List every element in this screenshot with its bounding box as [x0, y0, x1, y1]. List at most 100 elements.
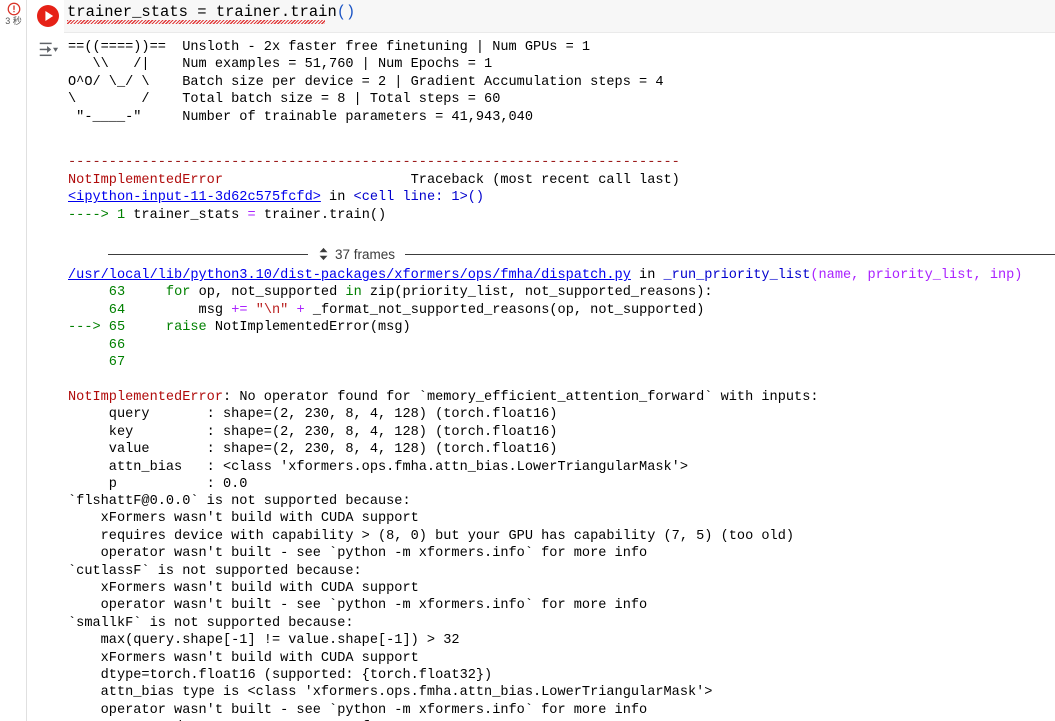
error-input-3: attn_bias : <class 'xformers.ops.fmha.at…: [68, 459, 688, 475]
traceback-header-spacer: [223, 173, 411, 188]
cell-output-area: ==((====))== Unsloth - 2x faster free fi…: [28, 33, 1055, 721]
reason-line: xFormers wasn't build with CUDA support: [68, 511, 419, 527]
source-line: 67: [68, 355, 125, 370]
traceback-arrow: ----> 1: [68, 207, 134, 223]
traceback-label: Traceback (most recent call last): [410, 173, 680, 188]
reason-line: operator wasn't built - see `python -m x…: [68, 702, 648, 718]
traceback-scope: <cell line: 1>(): [353, 190, 485, 206]
frame-source-block: /usr/local/lib/python3.10/dist-packages/…: [68, 267, 1022, 371]
output-collapse-icon: [39, 42, 59, 57]
error-input-1: key : shape=(2, 230, 8, 4, 128) (torch.f…: [68, 424, 558, 440]
source-line-number: 64: [108, 302, 126, 318]
error-input-0: query : shape=(2, 230, 8, 4, 128) (torch…: [68, 407, 558, 423]
reason-line: requires device with capability > (8, 0)…: [68, 528, 795, 544]
unsloth-banner: ==((====))== Unsloth - 2x faster free fi…: [68, 39, 664, 126]
frame-function-args: (name, priority_list, inp): [810, 268, 1023, 283]
traceback-separator: ----------------------------------------…: [68, 154, 680, 171]
run-cell-button[interactable]: [36, 4, 60, 28]
banner-line-3: \ / Total batch size = 8 | Total steps =…: [68, 92, 501, 108]
error-exclamation-icon: [7, 2, 20, 16]
source-token: +: [296, 302, 305, 318]
source-token: "\n": [255, 302, 289, 318]
error-input-2: value : shape=(2, 230, 8, 4, 128) (torch…: [68, 442, 558, 458]
source-token: [125, 285, 166, 300]
ipython-input-link[interactable]: <ipython-input-11-3d62c575fcfd>: [68, 190, 321, 205]
reason-line: `flshattF@0.0.0` is not supported becaus…: [68, 494, 411, 509]
traceback-error-name: NotImplementedError: [68, 173, 223, 188]
output-content: ==((====))== Unsloth - 2x faster free fi…: [68, 33, 1055, 721]
unsupported-reasons-block: `flshattF@0.0.0` is not supported becaus…: [68, 493, 794, 721]
source-token: in: [345, 285, 362, 301]
banner-line-1: \\ /| Num examples = 51,760 | Num Epochs…: [68, 57, 493, 73]
reason-line: max(query.shape[-1] != value.shape[-1]) …: [68, 633, 460, 649]
cell-elapsed-time: 3 秒: [5, 16, 22, 26]
frames-divider-row: 37 frames: [28, 244, 1055, 264]
cell-error-badge[interactable]: 3 秒: [0, 2, 27, 26]
traceback-call-b: trainer.train(): [255, 207, 387, 223]
frames-count-label: 37 frames: [335, 246, 396, 262]
source-line-number: 67: [108, 355, 126, 371]
traceback-call-eq: =: [247, 207, 256, 223]
code-editor[interactable]: trainer_stats = trainer.train(): [64, 0, 1055, 33]
error-summary-row: NotImplementedError: No operator found f…: [68, 389, 819, 406]
reason-line: operator wasn't built - see `python -m x…: [68, 546, 648, 562]
reason-line: dtype=torch.float16 (supported: {torch.f…: [68, 668, 493, 684]
separator-line: ----------------------------------------…: [68, 155, 680, 170]
frames-rule-right: [405, 253, 1055, 255]
banner-line-4: "-____-" Number of trainable parameters …: [68, 109, 533, 125]
source-token: NotImplementedError(msg): [206, 320, 411, 336]
source-line-arrow: --->: [68, 320, 109, 336]
source-line: 66: [68, 338, 125, 353]
traceback-call-a: trainer_stats: [133, 207, 248, 223]
output-collapse-button[interactable]: [36, 39, 60, 61]
traceback-call-row: ----> 1 trainer_stats = trainer.train(): [68, 207, 680, 224]
code-cell-area: trainer_stats = trainer.train(): [28, 0, 1055, 33]
source-line-arrow: [68, 355, 109, 370]
source-line-arrow: [68, 338, 109, 353]
cell-gutter: 3 秒: [0, 0, 27, 721]
frame-in-word: in: [630, 268, 664, 283]
error-message-block: NotImplementedError: No operator found f…: [68, 389, 819, 493]
source-code-lines: 63 for op, not_supported in zip(priority…: [68, 284, 1022, 371]
source-token: op, not_supported: [190, 285, 346, 301]
banner-line-0: ==((====))== Unsloth - 2x faster free fi…: [68, 40, 591, 55]
banner-line-2: O^O/ \_/ \ Batch size per device = 2 | G…: [68, 74, 664, 90]
source-token: msg: [125, 302, 232, 318]
traceback-location-row: <ipython-input-11-3d62c575fcfd> in <cell…: [68, 189, 680, 206]
code-parens: (): [336, 3, 356, 21]
reason-line: xFormers wasn't build with CUDA support: [68, 650, 419, 666]
error-summary-text: : No operator found for `memory_efficien…: [223, 390, 819, 405]
source-token: [125, 320, 166, 335]
error-input-4: p : 0.0: [68, 477, 248, 493]
source-line-number: 66: [108, 337, 126, 353]
collapsed-frames-block: 37 frames: [28, 244, 1055, 264]
reason-line: `smallkF` is not supported because:: [68, 615, 354, 631]
source-token: raise: [165, 320, 207, 336]
source-token: for: [165, 285, 191, 301]
source-line: ---> 65 raise NotImplementedError(msg): [68, 320, 411, 335]
source-line: 64 msg += "\n" + _format_not_supported_r…: [68, 302, 705, 318]
frame-file-row: /usr/local/lib/python3.10/dist-packages/…: [68, 267, 1022, 284]
traceback-header-block: NotImplementedError Traceback (most rece…: [68, 172, 680, 224]
reason-line: `cutlassF` is not supported because:: [68, 563, 362, 579]
source-token: [288, 303, 296, 318]
source-line-arrow: [68, 285, 109, 300]
source-token: _format_not_supported_reasons(op, not_su…: [304, 302, 705, 318]
frame-file-link[interactable]: /usr/local/lib/python3.10/dist-packages/…: [68, 268, 631, 283]
source-token: zip(priority_list, not_supported_reasons…: [361, 285, 713, 301]
colab-notebook-cell: 3 秒 trainer_stats = trainer.train() ==((…: [0, 0, 1055, 721]
traceback-in-word: in: [320, 190, 354, 206]
source-token: [248, 303, 256, 318]
reason-line: operator wasn't built - see `python -m x…: [68, 598, 648, 614]
expand-frames-button[interactable]: 37 frames: [308, 247, 405, 262]
reason-line: xFormers wasn't build with CUDA support: [68, 581, 419, 597]
traceback-header-row: NotImplementedError Traceback (most rece…: [68, 172, 680, 189]
source-line-arrow: [68, 303, 109, 318]
frame-function-name: _run_priority_list: [663, 268, 811, 283]
code-text: trainer_stats = trainer.train: [67, 3, 337, 21]
reason-line: attn_bias type is <class 'xformers.ops.f…: [68, 685, 713, 701]
chevron-updown-icon: [319, 247, 328, 261]
code-error-squiggle: [67, 20, 325, 24]
frames-rule-left: [108, 253, 308, 255]
source-line-number: 63: [108, 285, 126, 301]
